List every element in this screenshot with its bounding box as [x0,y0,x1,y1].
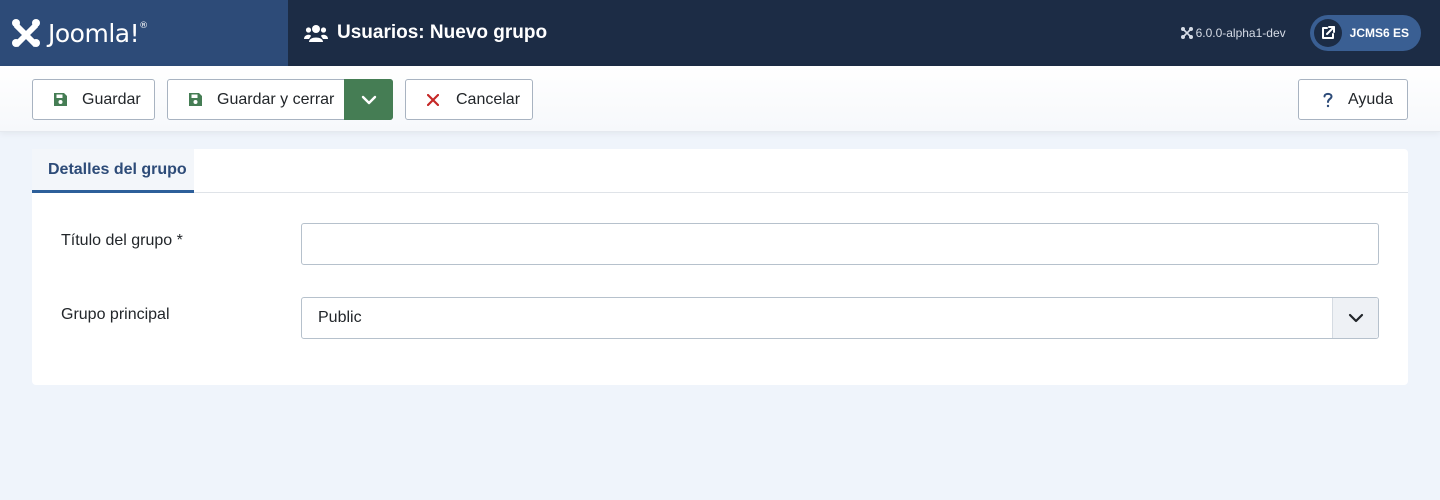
cancel-button[interactable]: Cancelar [405,79,533,120]
toolbar: Guardar Guardar y cerrar Cancelar Ayuda [0,66,1440,132]
group-title-input[interactable] [301,223,1379,265]
cancel-label: Cancelar [456,90,521,108]
group-title-label: Título del grupo * [61,232,183,249]
version-info: 6.0.0-alpha1-dev [1180,26,1286,40]
users-icon [304,25,328,42]
help-label: Ayuda [1348,90,1394,108]
save-close-label: Guardar y cerrar [217,90,335,108]
version-text: 6.0.0-alpha1-dev [1195,26,1286,40]
site-label: JCMS6 ES [1349,26,1409,40]
save-label: Guardar [82,90,141,108]
tab-bar: Detalles del grupo [32,149,1408,193]
logo[interactable]: Joomla!® [0,0,288,66]
parent-group-select[interactable]: Public [301,297,1379,339]
external-link-icon [1313,19,1342,47]
save-options-dropdown[interactable] [344,79,393,120]
page-title: Usuarios: Nuevo grupo [337,22,548,43]
parent-group-label: Grupo principal [61,306,170,323]
registered-mark: ® [139,20,148,31]
parent-group-value: Public [318,309,362,326]
save-close-button[interactable]: Guardar y cerrar [167,79,393,120]
floppy-disk-icon [52,92,68,108]
view-site-button[interactable]: JCMS6 ES [1309,15,1421,51]
save-button[interactable]: Guardar [32,79,155,120]
chevron-down-icon [1332,298,1378,338]
chevron-down-icon [361,95,376,104]
tab-group-details[interactable]: Detalles del grupo [32,149,194,193]
help-button[interactable]: Ayuda [1298,79,1408,120]
logo-text: Joomla!® [48,18,148,48]
close-icon [425,92,441,108]
floppy-disk-icon [187,92,203,108]
header-bar: Joomla!® Usuarios: Nuevo grupo 6.0.0-alp… [0,0,1440,66]
joomla-logo-icon [12,19,40,48]
joomla-small-icon [1180,27,1193,39]
question-icon [1320,92,1336,108]
group-form-card: Detalles del grupo Título del grupo * Gr… [32,149,1408,385]
